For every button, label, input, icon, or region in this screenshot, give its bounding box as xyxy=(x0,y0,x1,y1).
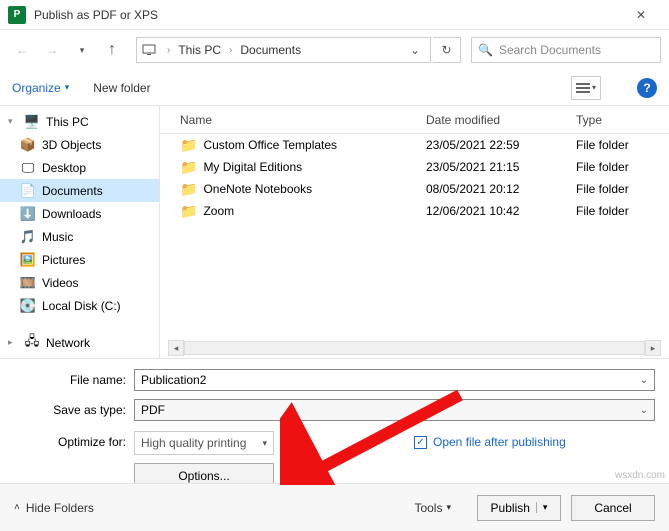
breadcrumb-root[interactable]: This PC xyxy=(176,41,223,59)
tree-music[interactable]: 🎵Music xyxy=(0,225,159,248)
file-type: File folder xyxy=(576,138,669,152)
tree-network[interactable]: ▸ 🖧 Network xyxy=(0,331,159,354)
tree-documents[interactable]: 📄Documents xyxy=(0,179,159,202)
chevron-down-icon: ▾ xyxy=(262,438,267,449)
column-date[interactable]: Date modified xyxy=(426,113,576,127)
title-bar: P Publish as PDF or XPS ✕ xyxy=(0,0,669,30)
chevron-right-icon: › xyxy=(223,45,238,56)
tree-3d-objects[interactable]: 📦3D Objects xyxy=(0,133,159,156)
main-content: ▾ 🖥️ This PC 📦3D Objects 🖵Desktop 📄Docum… xyxy=(0,106,669,358)
nav-up-button[interactable]: ↑ xyxy=(98,36,126,64)
recent-locations-button[interactable]: ▾ xyxy=(68,36,96,64)
chevron-down-icon[interactable]: ⌄ xyxy=(640,375,648,386)
open-after-publishing-checkbox[interactable]: ✓ Open file after publishing xyxy=(414,435,566,449)
close-button[interactable]: ✕ xyxy=(621,1,661,29)
breadcrumb-dropdown-icon[interactable]: ⌄ xyxy=(404,43,426,57)
downloads-icon: ⬇️ xyxy=(20,206,36,222)
help-button[interactable]: ? xyxy=(637,78,657,98)
new-folder-button[interactable]: New folder xyxy=(93,81,150,95)
organize-menu[interactable]: Organize▾ xyxy=(12,81,69,95)
chevron-down-icon: ▾ xyxy=(446,502,451,513)
scroll-right-icon[interactable]: ▸ xyxy=(645,340,661,356)
disk-icon: 💽 xyxy=(20,298,36,314)
breadcrumb-folder[interactable]: Documents xyxy=(238,41,303,59)
music-icon: 🎵 xyxy=(20,229,36,245)
folder-icon: 📁 xyxy=(180,181,197,198)
column-name[interactable]: Name xyxy=(180,113,426,127)
tree-pictures[interactable]: 🖼️Pictures xyxy=(0,248,159,271)
expand-icon: ▾ xyxy=(8,116,18,127)
publisher-app-icon: P xyxy=(8,6,26,24)
file-type: File folder xyxy=(576,160,669,174)
navigation-tree: ▾ 🖥️ This PC 📦3D Objects 🖵Desktop 📄Docum… xyxy=(0,106,160,358)
folder-icon: 📁 xyxy=(180,137,197,154)
window-title: Publish as PDF or XPS xyxy=(34,8,621,22)
network-icon: 🖧 xyxy=(24,335,40,351)
optimize-label: Optimize for: xyxy=(14,431,134,449)
file-row[interactable]: 📁 My Digital Editions 23/05/2021 21:15File… xyxy=(160,156,669,178)
file-name: OneNote Notebooks xyxy=(203,182,312,196)
horizontal-scrollbar[interactable]: ◂ ▸ xyxy=(168,340,661,356)
file-date: 08/05/2021 20:12 xyxy=(426,182,576,196)
tree-desktop[interactable]: 🖵Desktop xyxy=(0,156,159,179)
videos-icon: 🎞️ xyxy=(20,275,36,291)
scroll-left-icon[interactable]: ◂ xyxy=(168,340,184,356)
file-name: Zoom xyxy=(203,204,234,218)
navigation-bar: ← → ▾ ↑ › This PC › Documents ⌄ ↻ 🔍 Sear… xyxy=(0,30,669,70)
chevron-up-icon: ˄ xyxy=(14,502,20,513)
folder-icon: 📁 xyxy=(180,159,197,176)
tools-menu[interactable]: Tools ▾ xyxy=(414,501,451,515)
watermark: wsxdn.com xyxy=(615,470,665,481)
search-placeholder: Search Documents xyxy=(499,43,601,57)
file-name: Custom Office Templates xyxy=(203,138,337,152)
toolbar: Organize▾ New folder ▾ ? xyxy=(0,70,669,106)
dialog-footer: ˄ Hide Folders Tools ▾ Publish ▾ Cancel xyxy=(0,483,669,531)
file-date: 23/05/2021 22:59 xyxy=(426,138,576,152)
folder-icon: 📁 xyxy=(180,203,197,220)
nav-back-button[interactable]: ← xyxy=(8,36,36,64)
refresh-button[interactable]: ↻ xyxy=(433,37,461,63)
chevron-down-icon[interactable]: ⌄ xyxy=(640,405,648,416)
save-form: File name: Publication2 ⌄ Save as type: … xyxy=(0,358,669,493)
tree-local-disk[interactable]: 💽Local Disk (C:) xyxy=(0,294,159,317)
saveas-type-select[interactable]: PDF ⌄ xyxy=(134,399,655,421)
column-type[interactable]: Type xyxy=(576,113,669,127)
file-row[interactable]: 📁 OneNote Notebooks 08/05/2021 20:12File f… xyxy=(160,178,669,200)
filename-input[interactable]: Publication2 ⌄ xyxy=(134,369,655,391)
tree-this-pc[interactable]: ▾ 🖥️ This PC xyxy=(0,110,159,133)
pictures-icon: 🖼️ xyxy=(20,252,36,268)
view-options-button[interactable]: ▾ xyxy=(571,76,601,100)
pc-icon xyxy=(141,42,157,58)
file-type: File folder xyxy=(576,204,669,218)
filename-label: File name: xyxy=(14,373,134,387)
optimize-select[interactable]: High quality printing ▾ xyxy=(134,431,274,455)
tree-videos[interactable]: 🎞️Videos xyxy=(0,271,159,294)
desktop-icon: 🖵 xyxy=(20,160,36,176)
address-breadcrumb[interactable]: › This PC › Documents ⌄ xyxy=(136,37,431,63)
hide-folders-button[interactable]: ˄ Hide Folders xyxy=(14,501,94,515)
cancel-button[interactable]: Cancel xyxy=(571,495,655,521)
scroll-track[interactable] xyxy=(184,341,645,355)
chevron-right-icon: › xyxy=(161,45,176,56)
folder-icon: 📦 xyxy=(20,137,36,153)
tree-downloads[interactable]: ⬇️Downloads xyxy=(0,202,159,225)
checkbox-checked-icon: ✓ xyxy=(414,436,427,449)
file-row[interactable]: 📁 Custom Office Templates 23/05/2021 22:59… xyxy=(160,134,669,156)
column-headers: Name Date modified Type xyxy=(160,106,669,134)
file-name: My Digital Editions xyxy=(203,160,302,174)
saveas-label: Save as type: xyxy=(14,403,134,417)
search-input[interactable]: 🔍 Search Documents xyxy=(471,37,661,63)
file-row[interactable]: 📁 Zoom 12/06/2021 10:42File folder xyxy=(160,200,669,222)
search-icon: 🔍 xyxy=(478,43,493,57)
file-date: 12/06/2021 10:42 xyxy=(426,204,576,218)
file-type: File folder xyxy=(576,182,669,196)
chevron-down-icon[interactable]: ▾ xyxy=(536,502,548,513)
expand-icon: ▸ xyxy=(8,337,18,348)
pc-icon: 🖥️ xyxy=(24,114,40,130)
file-list: Name Date modified Type 📁 Custom Office T… xyxy=(160,106,669,358)
file-date: 23/05/2021 21:15 xyxy=(426,160,576,174)
documents-icon: 📄 xyxy=(20,183,36,199)
publish-button[interactable]: Publish ▾ xyxy=(477,495,561,521)
nav-forward-button[interactable]: → xyxy=(38,36,66,64)
